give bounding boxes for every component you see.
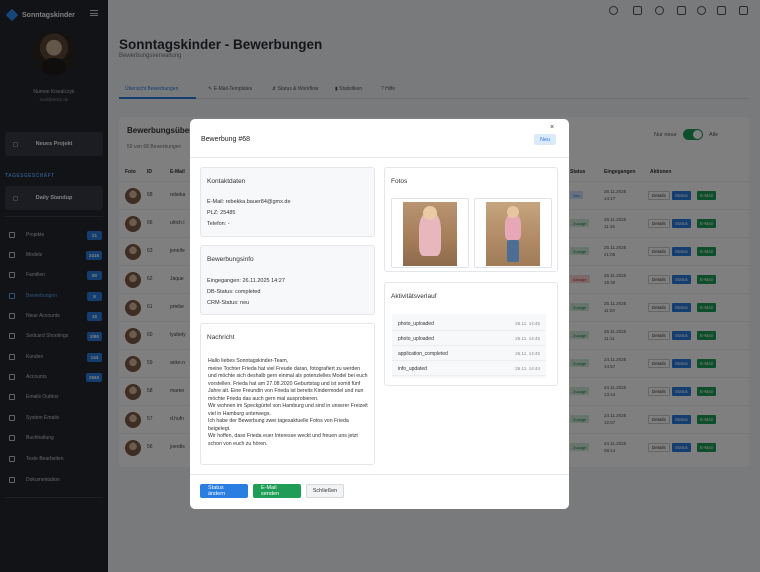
activity-time: 26.11. 14:45 [515,336,540,341]
contact-title: Kontaktdaten [207,178,246,185]
info-db-status: DB-Status: completed [207,289,261,295]
contact-phone: Telefon: - [207,221,230,227]
modal-header-divider [190,157,569,158]
activity-name: info_updated [398,366,427,372]
activity-item: photo_uploaded 26.11. 14:45 [392,316,546,331]
message-box: Nachricht Hallo liebes Sonntagskinder-Te… [200,323,375,465]
photo-2[interactable] [474,198,552,268]
photo-1[interactable] [391,198,469,268]
change-status-button[interactable]: Status ändern [200,484,248,498]
application-modal: Bewerbung #68 Neu × Kontaktdaten E-Mail:… [190,119,569,509]
close-icon[interactable]: × [550,124,554,131]
info-crm-status: CRM-Status: neu [207,300,250,306]
info-title: Bewerbungsinfo [207,256,254,263]
photos-box: Fotos [384,167,558,272]
contact-plz: PLZ: 25485 [207,210,236,216]
photos-title: Fotos [391,178,408,185]
contact-email: E-Mail: rebekka.bauer84@gmx.de [207,199,291,205]
activity-time: 26.11. 14:45 [515,321,540,326]
modal-title: Bewerbung #68 [201,136,251,143]
activity-title: Aktivitätsverlauf [391,293,437,300]
activity-item: application_completed 26.11. 14:45 [392,346,546,361]
activity-item: info_updated 26.11. 14:44 [392,361,546,376]
activity-time: 26.11. 14:44 [515,366,540,371]
status-badge: Neu [534,134,557,145]
activity-list: photo_uploaded 26.11. 14:45 photo_uploaded… [392,314,546,378]
activity-name: photo_uploaded [398,336,434,342]
message-title: Nachricht [207,334,235,341]
close-button[interactable]: Schließen [306,484,344,498]
activity-name: application_completed [398,351,448,357]
activity-name: photo_uploaded [398,321,434,327]
activity-box: Aktivitätsverlauf photo_uploaded 26.11. 1… [384,282,558,386]
contact-box: Kontaktdaten E-Mail: rebekka.bauer84@gmx… [200,167,375,237]
activity-item: photo_uploaded 26.11. 14:45 [392,331,546,346]
info-box: Bewerbungsinfo Eingegangen: 26.11.2025 1… [200,245,375,315]
message-text: Hallo liebes Sonntagskinder-Team, meine … [208,358,368,447]
modal-footer-divider [190,474,569,475]
send-email-button[interactable]: E-Mail senden [253,484,301,498]
info-received: Eingegangen: 26.11.2025 14:27 [207,278,285,284]
activity-time: 26.11. 14:45 [515,351,540,356]
